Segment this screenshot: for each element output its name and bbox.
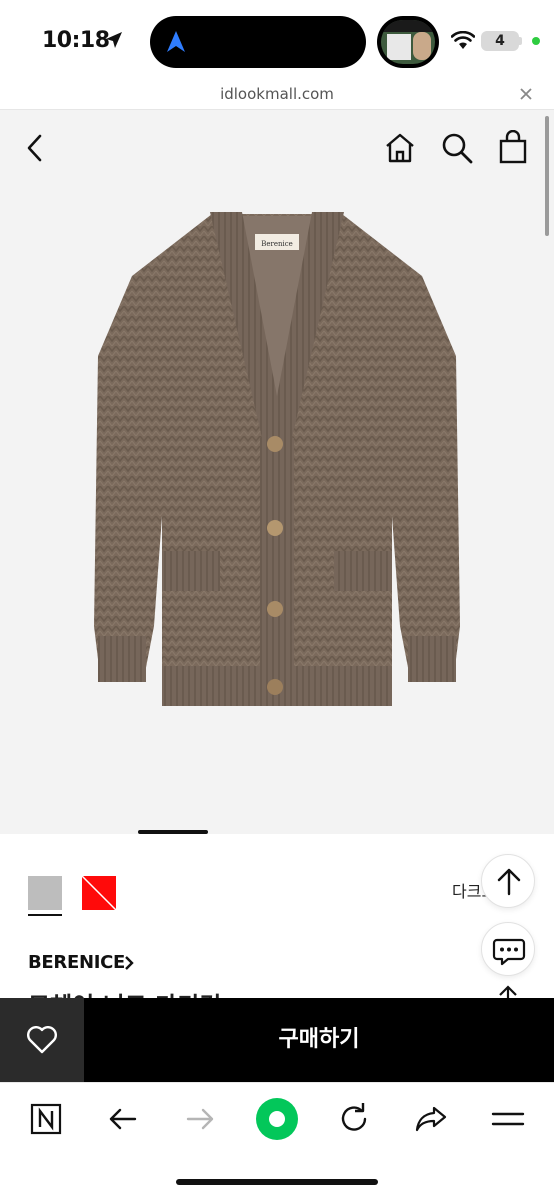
naver-n-icon[interactable] <box>26 1099 66 1139</box>
home-icon[interactable] <box>382 130 418 166</box>
garment-label-text: Berenice <box>261 240 293 248</box>
shopping-bag-icon[interactable] <box>495 130 531 166</box>
scrollbar[interactable] <box>545 116 549 236</box>
color-swatch-gray[interactable] <box>28 876 62 910</box>
refresh-icon[interactable] <box>334 1099 374 1139</box>
share-icon[interactable] <box>411 1099 451 1139</box>
chevron-right-icon[interactable] <box>122 954 136 972</box>
arrow-up-icon <box>497 868 521 896</box>
home-indicator[interactable] <box>176 1179 378 1185</box>
image-pager-indicator <box>138 830 208 834</box>
wifi-icon <box>451 31 475 49</box>
color-swatch-red[interactable] <box>82 876 116 910</box>
product-name: 모헤어 니트 가디건 <box>28 986 221 998</box>
url-text[interactable]: idlookmall.com <box>0 85 554 103</box>
purchase-bar: 구매하기 <box>0 998 554 1082</box>
wishlist-button[interactable] <box>0 998 84 1082</box>
arrow-up-icon[interactable] <box>495 984 521 998</box>
brand-link[interactable]: BERENICE <box>28 952 125 973</box>
green-circle-icon[interactable] <box>255 1097 299 1141</box>
chat-icon <box>492 938 526 966</box>
chat-button[interactable] <box>481 922 535 976</box>
privacy-indicator-dot <box>532 37 540 45</box>
selected-swatch-underline <box>28 914 62 916</box>
product-photo-cardigan[interactable]: Berenice <box>92 206 462 736</box>
navigation-arrow-icon <box>167 31 185 52</box>
heart-icon <box>27 1026 57 1054</box>
product-info: 다크그레이 BERENICE 모헤어 니트 가디건 <box>0 836 554 998</box>
back-arrow-icon[interactable] <box>103 1099 143 1139</box>
status-time: 10:18 <box>42 28 110 53</box>
battery-indicator: 4 <box>481 31 519 51</box>
forward-arrow-icon <box>186 1108 214 1130</box>
buy-button[interactable]: 구매하기 <box>84 998 554 1082</box>
search-icon[interactable] <box>439 130 475 166</box>
product-image-area[interactable]: Berenice <box>0 110 554 834</box>
menu-icon[interactable] <box>488 1099 528 1139</box>
back-icon[interactable] <box>18 130 54 166</box>
url-bar[interactable]: idlookmall.com <box>0 82 554 110</box>
battery-tip <box>519 37 522 45</box>
scroll-to-top-button[interactable] <box>481 854 535 908</box>
live-activity-thumbnail[interactable] <box>377 16 439 68</box>
location-arrow-icon <box>106 32 122 48</box>
status-bar: 10:18 4 <box>0 0 554 82</box>
close-icon[interactable] <box>516 84 536 104</box>
